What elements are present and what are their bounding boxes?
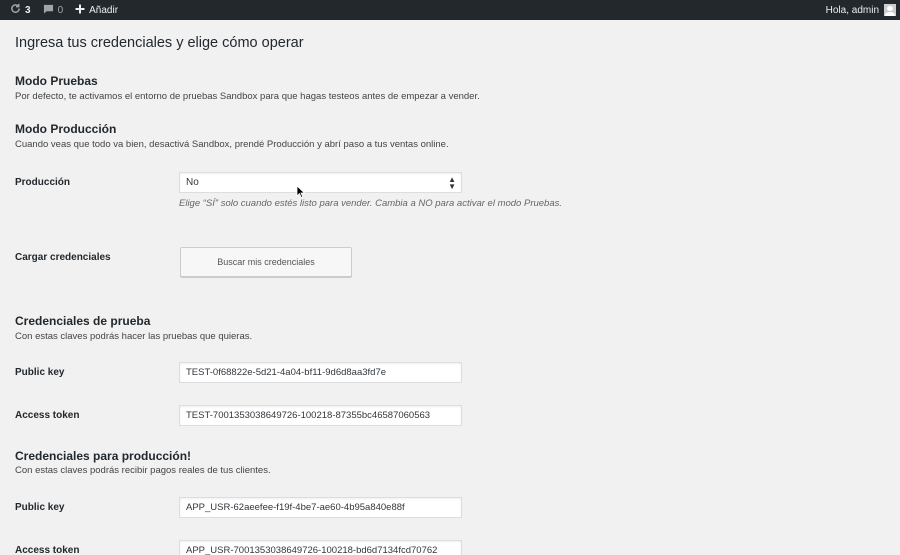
- plus-icon: [75, 4, 85, 17]
- greeting-text: Hola, admin: [825, 4, 879, 16]
- new-content-link[interactable]: Añadir: [69, 0, 124, 20]
- prod-access-token-input[interactable]: APP_USR-7001353038649726-100218-bd6d7134…: [179, 540, 462, 555]
- production-help: Elige “SÍ” solo cuando estés listo para …: [179, 198, 563, 209]
- test-public-key-label: Public key: [15, 367, 65, 378]
- production-label: Producción: [15, 177, 71, 188]
- prod-public-key-input[interactable]: APP_USR-62aeefee-f19f-4be7-ae60-4b95a840…: [179, 497, 462, 518]
- load-credentials-label: Cargar credenciales: [15, 252, 111, 263]
- updates-count: 3: [25, 4, 31, 16]
- admin-bar: 3 0 Añadir Hola, admin: [0, 0, 900, 20]
- test-credentials-title: Credenciales de prueba: [15, 314, 151, 328]
- prod-public-key-label: Public key: [15, 502, 65, 513]
- comment-icon: [43, 4, 54, 17]
- avatar: [884, 4, 896, 16]
- prod-credentials-title: Credenciales para producción!: [15, 449, 192, 463]
- select-arrows-icon: ▲ ▼: [448, 175, 456, 191]
- production-select-value: No: [186, 177, 199, 188]
- comments-link[interactable]: 0: [37, 0, 70, 20]
- updates-link[interactable]: 3: [4, 0, 37, 20]
- production-mode-description: Cuando veas que todo va bien, desactivá …: [15, 139, 449, 150]
- prod-access-token-label: Access token: [15, 545, 80, 555]
- production-select[interactable]: No ▲ ▼: [179, 172, 462, 193]
- test-access-token-input[interactable]: TEST-7001353038649726-100218-87355bc4658…: [179, 405, 462, 426]
- prod-credentials-description: Con estas claves podrás recibir pagos re…: [15, 465, 271, 476]
- sandbox-description: Por defecto, te activamos el entorno de …: [15, 91, 480, 102]
- new-label: Añadir: [89, 4, 119, 16]
- sandbox-title: Modo Pruebas: [15, 74, 98, 88]
- test-public-key-input[interactable]: TEST-0f68822e-5d21-4a04-bf11-9d6d8aa3fd7…: [179, 362, 462, 383]
- test-access-token-label: Access token: [15, 410, 80, 421]
- comments-count: 0: [57, 4, 64, 16]
- production-mode-title: Modo Producción: [15, 122, 117, 136]
- test-credentials-description: Con estas claves podrás hacer las prueba…: [15, 331, 253, 342]
- page-title: Ingresa tus credenciales y elige cómo op…: [15, 35, 304, 51]
- mouse-cursor-icon: [296, 185, 306, 199]
- account-menu[interactable]: Hola, admin: [820, 0, 896, 20]
- find-credentials-button[interactable]: Buscar mis credenciales: [180, 247, 352, 277]
- refresh-icon: [10, 3, 21, 17]
